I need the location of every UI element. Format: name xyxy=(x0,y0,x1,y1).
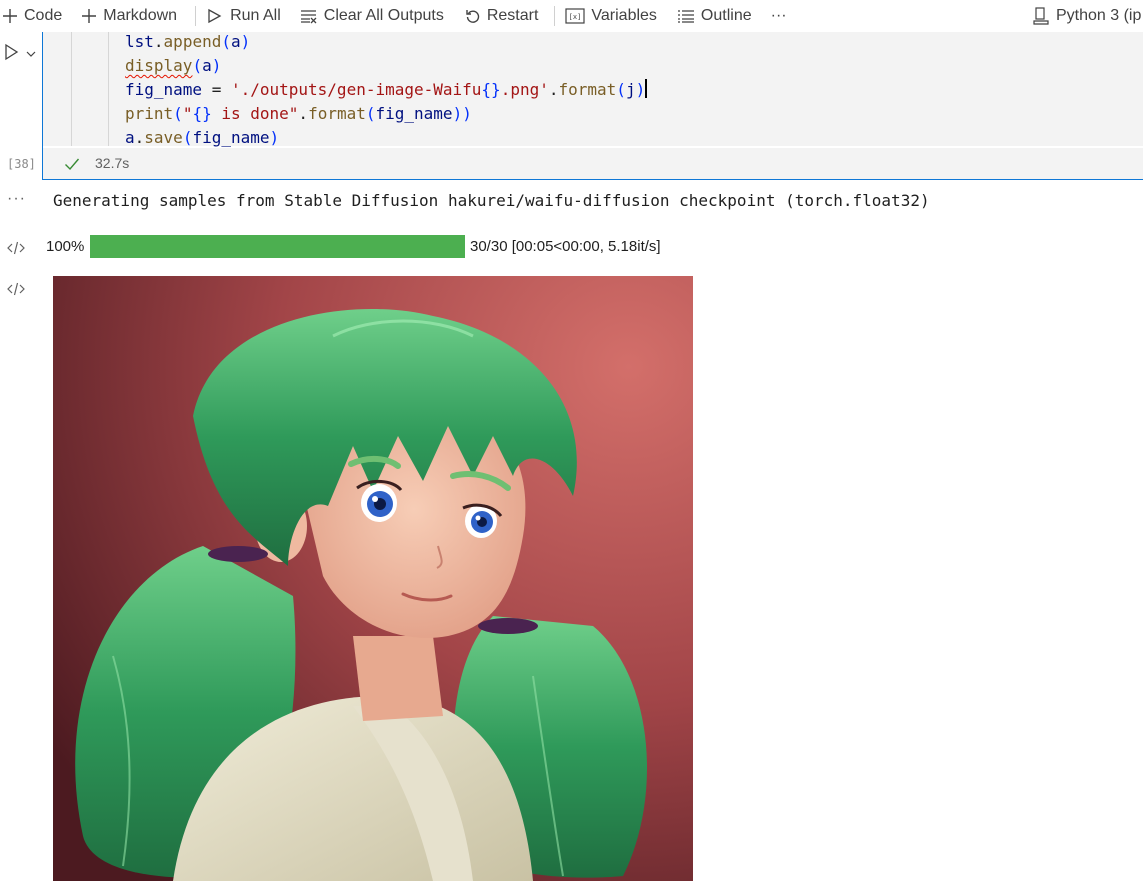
progress-info: 30/30 [00:05<00:00, 5.18it/s] xyxy=(470,238,661,255)
more-actions-button[interactable]: ··· xyxy=(771,0,787,32)
variables-icon: [x] xyxy=(565,8,586,24)
add-markdown-cell-button[interactable]: Markdown xyxy=(81,0,177,32)
run-all-button[interactable]: Run All xyxy=(206,0,281,32)
stream-output-text: Generating samples from Stable Diffusion… xyxy=(53,191,930,210)
cell-status-bar xyxy=(43,148,1143,179)
outline-icon xyxy=(677,8,695,24)
code-line[interactable]: display(a) xyxy=(125,54,647,78)
code-line[interactable]: print("{} is done".format(fig_name)) xyxy=(125,102,647,126)
clear-all-outputs-button[interactable]: Clear All Outputs xyxy=(300,0,444,32)
toolbar-divider xyxy=(195,6,197,26)
markdown-button-label: Markdown xyxy=(103,7,178,24)
code-output-icon[interactable] xyxy=(6,281,26,302)
progress-bar-fill xyxy=(90,235,465,258)
kernel-picker[interactable]: Python 3 (ip xyxy=(1033,0,1141,32)
execution-count: [38] xyxy=(7,157,36,171)
plus-icon xyxy=(81,8,97,24)
chevron-down-icon[interactable] xyxy=(26,50,36,58)
restart-label: Restart xyxy=(486,7,539,24)
kernel-icon xyxy=(1033,7,1049,25)
code-content[interactable]: lst.append(a) display(a) fig_name = './out… xyxy=(125,30,648,150)
indent-guide xyxy=(71,32,72,146)
toolbar-divider xyxy=(554,6,556,26)
code-output-icon[interactable] xyxy=(6,240,26,261)
anime-girl-illustration xyxy=(53,276,693,881)
outline-label: Outline xyxy=(700,7,752,24)
kernel-label: Python 3 (ip xyxy=(1056,7,1142,24)
notebook-toolbar: Code Markdown Run All Clear All Outputs … xyxy=(0,0,1143,32)
add-code-cell-button[interactable]: Code xyxy=(2,0,62,32)
check-icon xyxy=(64,157,80,176)
variables-button[interactable]: [x] Variables xyxy=(565,0,657,32)
code-line[interactable]: lst.append(a) xyxy=(125,30,647,54)
run-cell-icon[interactable] xyxy=(3,43,19,66)
indent-guide xyxy=(108,32,109,146)
progress-percent: 100% xyxy=(46,238,85,255)
code-button-label: Code xyxy=(24,7,63,24)
progress-bar xyxy=(90,235,465,258)
variables-label: Variables xyxy=(591,7,657,24)
more-actions-label: ··· xyxy=(770,7,787,24)
run-all-label: Run All xyxy=(230,7,281,24)
run-cell-control[interactable] xyxy=(3,43,39,66)
code-line[interactable]: a.save(fig_name) xyxy=(125,126,647,150)
plus-icon xyxy=(2,8,18,24)
run-all-icon xyxy=(206,8,224,24)
clear-all-outputs-label: Clear All Outputs xyxy=(323,7,444,24)
generated-image xyxy=(53,276,693,881)
output-more-button[interactable]: ··· xyxy=(7,190,26,208)
execution-duration: 32.7s xyxy=(95,155,130,171)
clear-outputs-icon xyxy=(300,8,318,24)
code-line[interactable]: fig_name = './outputs/gen-image-Waifu{}.… xyxy=(125,78,648,102)
restart-icon xyxy=(465,8,481,24)
svg-text:[x]: [x] xyxy=(569,13,582,21)
outline-button[interactable]: Outline xyxy=(677,0,752,32)
restart-button[interactable]: Restart xyxy=(465,0,539,32)
